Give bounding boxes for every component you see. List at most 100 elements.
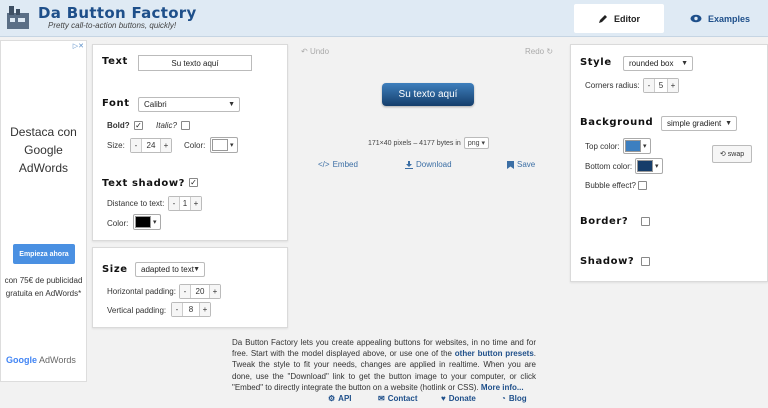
shadow-color-picker[interactable]: ▾ — [133, 214, 161, 230]
increment-button[interactable]: + — [161, 139, 171, 152]
font-size-value[interactable]: 24 — [141, 139, 161, 152]
format-select[interactable]: png ▾ — [463, 137, 489, 149]
bookmark-icon — [507, 160, 514, 169]
envelope-icon: ✉ — [378, 394, 385, 403]
eye-icon — [690, 14, 702, 23]
heart-icon: ♥ — [441, 394, 446, 403]
footer-contact-label: Contact — [387, 394, 418, 403]
increment-button[interactable]: + — [210, 285, 220, 298]
download-icon — [405, 160, 413, 169]
embed-label: Embed — [332, 160, 358, 169]
shadow-color-swatch — [135, 216, 151, 228]
save-label: Save — [517, 160, 536, 169]
vertical-padding-stepper[interactable]: - 8 + — [171, 302, 211, 317]
font-select[interactable]: Calibri ▼ — [138, 97, 240, 112]
style-section-title: Style — [580, 57, 612, 68]
horizontal-padding-value[interactable]: 20 — [190, 285, 210, 298]
decrement-button[interactable]: - — [169, 197, 179, 210]
ad-choices-icon[interactable]: ▷✕ — [73, 42, 84, 50]
tab-editor[interactable]: Editor — [574, 4, 664, 33]
text-color-label: Color: — [184, 141, 206, 150]
size-mode-value: adapted to text — [141, 265, 194, 274]
text-panel: Text Su texto aquí Font Calibri ▼ Bold? … — [92, 44, 288, 241]
ad-banner[interactable]: ▷✕ Destaca con Google AdWords Empieza ah… — [0, 40, 87, 382]
text-section-title: Text — [102, 56, 128, 67]
ad-logo: Google AdWords — [6, 355, 76, 365]
brand-title[interactable]: Da Button Factory — [38, 4, 197, 22]
vertical-padding-value[interactable]: 8 — [182, 303, 200, 316]
code-icon: </> — [318, 160, 330, 169]
more-info-link[interactable]: More info... — [481, 383, 524, 392]
ad-start-button[interactable]: Empieza ahora — [13, 244, 75, 264]
chevron-down-icon: ▾ — [153, 219, 157, 226]
swap-colors-button[interactable]: ⟲ swap — [712, 145, 752, 163]
bubble-effect-checkbox[interactable] — [638, 181, 647, 190]
text-color-picker[interactable]: ▾ — [210, 137, 238, 153]
decrement-button[interactable]: - — [644, 79, 654, 92]
decrement-button[interactable]: - — [172, 303, 182, 316]
adwords-logo-text: AdWords — [39, 355, 76, 365]
tab-examples[interactable]: Examples — [680, 4, 760, 33]
horizontal-padding-stepper[interactable]: - 20 + — [179, 284, 221, 299]
decrement-button[interactable]: - — [180, 285, 190, 298]
button-preview[interactable]: Su texto aquí — [382, 83, 474, 106]
footer-api-label: API — [338, 394, 352, 403]
border-section-title: Border? — [580, 216, 629, 227]
chevron-down-icon: ▼ — [228, 101, 235, 108]
background-select[interactable]: simple gradient ▼ — [661, 116, 737, 131]
increment-button[interactable]: + — [200, 303, 210, 316]
size-info: 171×40 pixels – 4177 bytes in png ▾ — [368, 137, 489, 149]
decrement-button[interactable]: - — [131, 139, 141, 152]
tab-editor-label: Editor — [614, 13, 640, 24]
border-checkbox[interactable] — [641, 217, 650, 226]
footer-contact-link[interactable]: ✉ Contact — [378, 394, 417, 403]
background-section-title: Background — [580, 117, 654, 128]
download-link[interactable]: Download — [405, 160, 452, 169]
text-shadow-checkbox[interactable]: ✓ — [189, 178, 198, 187]
corners-radius-value[interactable]: 5 — [654, 79, 668, 92]
footer-api-link[interactable]: ⚙ API — [328, 394, 352, 403]
top-color-picker[interactable]: ▾ — [623, 138, 651, 154]
bold-checkbox[interactable]: ✓ — [134, 121, 143, 130]
style-select[interactable]: rounded box ▼ — [623, 56, 693, 71]
shadow-checkbox[interactable] — [641, 257, 650, 266]
shadow-distance-stepper[interactable]: - 1 + — [168, 196, 202, 211]
download-label: Download — [416, 160, 452, 169]
size-mode-select[interactable]: adapted to text ▼ — [135, 262, 205, 277]
undo-link[interactable]: ↶ Undo — [301, 47, 329, 56]
bottom-color-swatch — [637, 160, 653, 172]
tagline: Pretty call-to-action buttons, quickly! — [48, 21, 177, 30]
ad-offer-text: con 75€ de publicidad gratuita en AdWord… — [4, 276, 83, 298]
bottom-color-label: Bottom color: — [585, 162, 633, 171]
vertical-padding-label: Vertical padding: — [107, 306, 167, 315]
redo-icon: ↻ — [546, 47, 554, 56]
other-presets-link[interactable]: other button presets — [455, 349, 534, 358]
shadow-distance-value[interactable]: 1 — [179, 197, 191, 210]
font-section-title: Font — [102, 98, 130, 109]
footer-blog-link[interactable]: ◔ Blog — [501, 394, 527, 403]
style-panel: Style rounded box ▼ Corners radius: - 5 … — [570, 44, 768, 282]
undo-icon: ↶ — [301, 47, 308, 56]
embed-link[interactable]: </> Embed — [318, 160, 358, 169]
footer-donate-link[interactable]: ♥ Donate — [441, 394, 476, 403]
factory-logo-icon — [7, 6, 29, 29]
chevron-down-icon: ▾ — [230, 142, 234, 149]
footer-donate-label: Donate — [448, 394, 476, 403]
italic-checkbox[interactable] — [181, 121, 190, 130]
chevron-down-icon: ▼ — [681, 60, 688, 67]
chevron-down-icon: ▾ — [655, 163, 659, 170]
undo-label: Undo — [309, 47, 330, 56]
background-select-value: simple gradient — [667, 119, 722, 128]
increment-button[interactable]: + — [668, 79, 678, 92]
redo-link[interactable]: Redo ↻ — [525, 47, 553, 56]
bottom-color-picker[interactable]: ▾ — [635, 158, 663, 174]
save-link[interactable]: Save — [507, 160, 535, 169]
description: Da Button Factory lets you create appeal… — [232, 337, 536, 393]
font-size-stepper[interactable]: - 24 + — [130, 138, 172, 153]
chevron-down-icon: ▾ — [643, 143, 647, 150]
redo-label: Redo — [525, 47, 545, 56]
button-text-input[interactable]: Su texto aquí — [138, 55, 252, 71]
increment-button[interactable]: + — [191, 197, 201, 210]
corners-radius-stepper[interactable]: - 5 + — [643, 78, 679, 93]
swap-icon: ⟲ — [719, 151, 726, 158]
